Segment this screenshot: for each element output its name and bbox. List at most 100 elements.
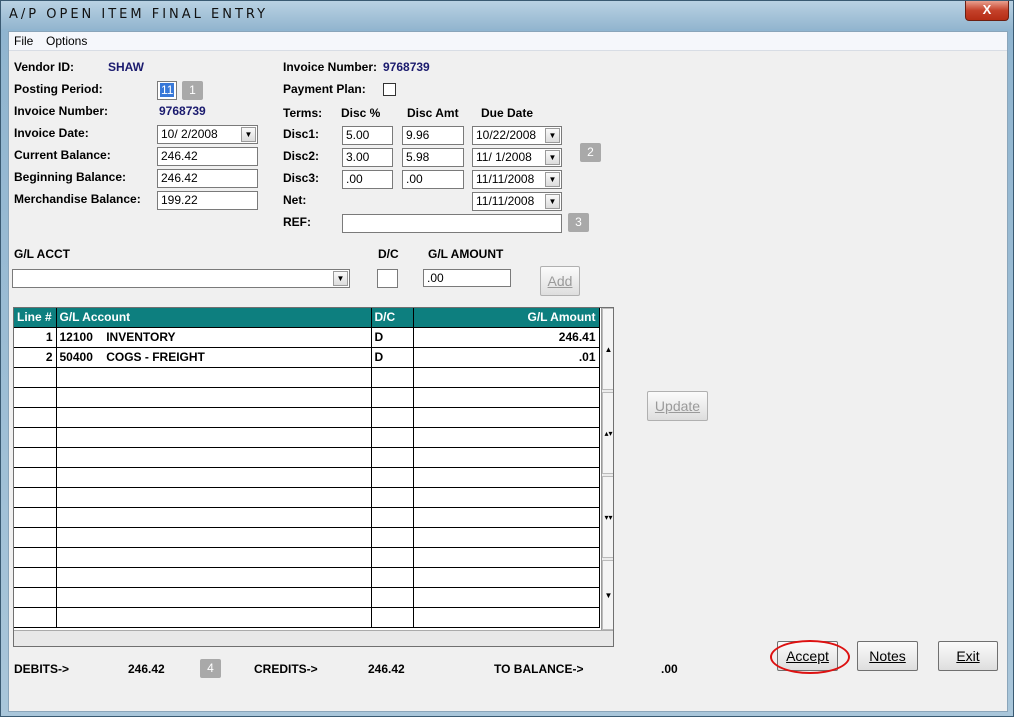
col-gl-account[interactable]: G/L Account [56,308,372,328]
table-row[interactable]: 1 12100 INVENTORY D 246.41 [14,327,600,348]
cell-amount: .01 [413,347,600,368]
close-icon: X [982,2,992,17]
scroll-up-icon[interactable]: ▲ [602,308,613,390]
debits-value: 246.42 [128,662,165,676]
add-button[interactable]: Add [540,266,580,296]
exit-button[interactable]: Exit [938,641,998,671]
close-button[interactable]: X [965,1,1009,21]
menu-options[interactable]: Options [46,34,87,48]
cell-dc: D [371,327,414,348]
empty-row[interactable] [14,547,600,568]
disc1-due-dropdown[interactable]: 10/22/2008 ▼ [472,126,562,145]
table-row[interactable]: 2 50400 COGS - FREIGHT D .01 [14,347,600,368]
disc3-amt-field[interactable]: .00 [402,170,464,189]
merchandise-balance-field[interactable]: 199.22 [157,191,258,210]
chevron-down-icon[interactable]: ▼ [333,271,348,286]
current-balance-label: Current Balance: [14,148,111,162]
scroll-page-down-icon[interactable]: ▾▾ [602,476,613,558]
gl-amount-field[interactable]: .00 [423,269,511,287]
gl-acct-dropdown[interactable]: ▼ [12,269,350,288]
empty-row[interactable] [14,407,600,428]
app-window: A/P OPEN ITEM FINAL ENTRY X File Options… [0,0,1014,717]
empty-row[interactable] [14,487,600,508]
payment-plan-checkbox[interactable] [383,83,396,96]
to-balance-label: TO BALANCE-> [494,662,584,676]
disc-amt-header: Disc Amt [407,106,459,120]
payment-plan-label: Payment Plan: [283,82,366,96]
invoice-date-label: Invoice Date: [14,126,89,140]
empty-row[interactable] [14,447,600,468]
empty-row[interactable] [14,607,600,628]
empty-row[interactable] [14,367,600,388]
merchandise-balance-label: Merchandise Balance: [14,192,141,206]
net-due-dropdown[interactable]: 11/11/2008 ▼ [472,192,562,211]
posting-period-label: Posting Period: [14,82,103,96]
empty-row[interactable] [14,567,600,588]
ref-field[interactable] [342,214,562,233]
chevron-down-icon[interactable]: ▼ [545,128,560,143]
title-bar[interactable]: A/P OPEN ITEM FINAL ENTRY X [1,1,1013,29]
badge-2: 2 [580,143,601,162]
cell-dc: D [371,347,414,368]
grid-horizontal-scrollbar[interactable] [14,630,613,646]
net-label: Net: [283,193,307,207]
debits-label: DEBITS-> [14,662,70,676]
badge-4: 4 [200,659,221,678]
scroll-down-icon[interactable]: ▼ [602,560,613,630]
due-date-header: Due Date [481,106,534,120]
chevron-down-icon[interactable]: ▼ [545,172,560,187]
cell-line: 2 [14,347,57,368]
disc3-due-value: 11/11/2008 [476,172,535,186]
disc1-amt-field[interactable]: 9.96 [402,126,464,145]
cell-line: 1 [14,327,57,348]
menu-bar: File Options [9,32,1007,51]
terms-label: Terms: [283,106,323,120]
badge-3: 3 [568,213,589,232]
grid-vertical-scrollbar[interactable]: ▲ ▴▾ ▾▾ ▼ [601,308,613,631]
disc2-amt-field[interactable]: 5.98 [402,148,464,167]
vendor-id-label: Vendor ID: [14,60,75,74]
empty-row[interactable] [14,387,600,408]
disc3-pct-field[interactable]: .00 [342,170,393,189]
col-line[interactable]: Line # [14,308,57,328]
vendor-id-value: SHAW [108,60,144,74]
invoice-number-value-2: 9768739 [383,60,430,74]
form-area: File Options Vendor ID: SHAW Posting Per… [8,31,1008,712]
menu-file[interactable]: File [14,34,33,48]
disc2-pct-field[interactable]: 3.00 [342,148,393,167]
col-dc[interactable]: D/C [371,308,414,328]
dc-label: D/C [378,247,399,261]
empty-row[interactable] [14,427,600,448]
notes-button[interactable]: Notes [857,641,918,671]
empty-row[interactable] [14,527,600,548]
scroll-page-up-down-icon[interactable]: ▴▾ [602,392,613,474]
disc1-label: Disc1: [283,127,320,141]
credits-label: CREDITS-> [254,662,318,676]
cell-account: 12100 INVENTORY [56,327,372,348]
accept-highlight-ring [770,640,850,674]
empty-row[interactable] [14,467,600,488]
beginning-balance-field[interactable]: 246.42 [157,169,258,188]
update-button[interactable]: Update [647,391,708,421]
chevron-down-icon[interactable]: ▼ [241,127,256,142]
invoice-number-value: 9768739 [159,104,206,118]
badge-1: 1 [182,81,203,100]
disc1-pct-field[interactable]: 5.00 [342,126,393,145]
net-due-value: 11/11/2008 [476,194,535,208]
disc3-label: Disc3: [283,171,320,185]
chevron-down-icon[interactable]: ▼ [545,194,560,209]
dc-field[interactable] [377,269,398,288]
disc2-due-dropdown[interactable]: 11/ 1/2008 ▼ [472,148,562,167]
chevron-down-icon[interactable]: ▼ [545,150,560,165]
disc3-due-dropdown[interactable]: 11/11/2008 ▼ [472,170,562,189]
disc2-due-value: 11/ 1/2008 [476,150,532,164]
beginning-balance-label: Beginning Balance: [14,170,127,184]
posting-period-field[interactable]: 11 [157,81,177,100]
empty-row[interactable] [14,587,600,608]
posting-period-value: 11 [160,83,175,97]
current-balance-field[interactable]: 246.42 [157,147,258,166]
col-gl-amount[interactable]: G/L Amount [413,308,600,328]
invoice-date-dropdown[interactable]: 10/ 2/2008 ▼ [157,125,258,144]
empty-row[interactable] [14,507,600,528]
gl-acct-label: G/L ACCT [14,247,70,261]
